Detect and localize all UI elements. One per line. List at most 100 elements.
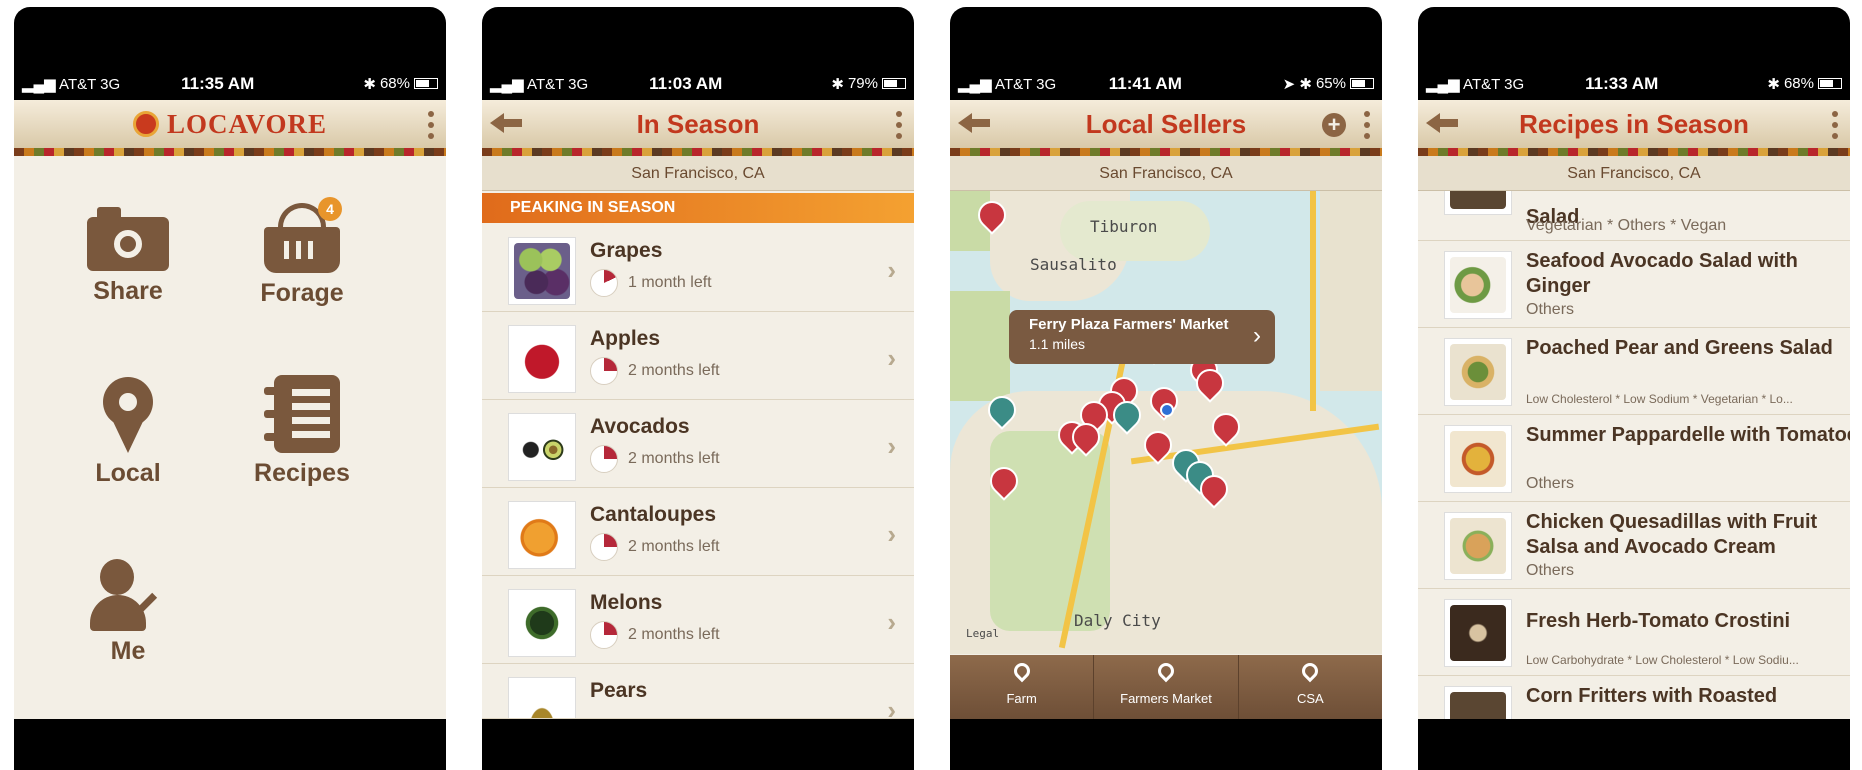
recipe-tags: Others bbox=[1526, 475, 1575, 492]
location-label[interactable]: San Francisco, CA bbox=[1418, 156, 1850, 191]
seller-pin-icon[interactable] bbox=[1072, 423, 1096, 457]
seller-pin-icon[interactable] bbox=[990, 467, 1014, 501]
chevron-right-icon: › bbox=[887, 519, 896, 549]
list-item[interactable]: Apples 2 months left › bbox=[482, 313, 914, 400]
tab-farmers-market[interactable]: Farmers Market bbox=[1094, 655, 1239, 719]
map-label[interactable]: Legal bbox=[966, 627, 999, 640]
seller-pin-icon[interactable] bbox=[978, 201, 1002, 235]
pears-thumbnail bbox=[508, 677, 576, 718]
chevron-right-icon: › bbox=[887, 343, 896, 373]
clock: 11:35 AM bbox=[181, 73, 255, 93]
battery-indicator: ➤ ✱ 65% bbox=[1283, 75, 1374, 93]
camera-icon bbox=[87, 207, 169, 271]
seller-pin-icon[interactable] bbox=[1144, 431, 1168, 465]
decorative-stripe bbox=[482, 148, 914, 156]
bottom-bezel bbox=[1418, 719, 1850, 770]
pin-icon bbox=[1154, 659, 1178, 683]
nav-bar: Local Sellers bbox=[950, 100, 1382, 148]
chevron-right-icon: › bbox=[887, 607, 896, 637]
pin-icon bbox=[1298, 659, 1322, 683]
list-item[interactable]: Cantaloupes 2 months left › bbox=[482, 489, 914, 576]
item-remaining: 2 months left bbox=[590, 621, 720, 649]
status-bar: ▂▄▆ AT&T 3G 11:35 AM ✱ 68% bbox=[14, 67, 446, 100]
csa-pin-icon[interactable] bbox=[1113, 401, 1137, 435]
me-tile[interactable]: Me bbox=[48, 559, 208, 666]
recipe-tags: Low Cholesterol * Low Sodium * Vegetaria… bbox=[1526, 392, 1793, 406]
map-label: Daly City bbox=[1074, 611, 1161, 630]
map-pin-icon bbox=[103, 377, 153, 453]
item-remaining: 2 months left bbox=[590, 533, 720, 561]
list-item[interactable]: Melons 2 months left › bbox=[482, 577, 914, 664]
nav-bar: LOCAVORE bbox=[14, 100, 446, 148]
list-item[interactable]: Chicken Quesadillas with Fruit Salsa and… bbox=[1418, 502, 1850, 589]
recipes-tile[interactable]: Recipes bbox=[222, 375, 382, 488]
seller-map[interactable]: Tiburon Sausalito Daly City Legal bbox=[950, 191, 1382, 654]
back-arrow-icon[interactable] bbox=[1426, 111, 1458, 135]
season-pie-icon bbox=[590, 269, 618, 297]
season-pie-icon bbox=[590, 533, 618, 561]
cantaloupes-thumbnail bbox=[508, 501, 576, 569]
section-header: PEAKING IN SEASON bbox=[482, 193, 914, 223]
share-tile[interactable]: Share bbox=[48, 207, 208, 306]
recipe-tags: Others bbox=[1526, 301, 1575, 318]
nav-bar: In Season bbox=[482, 100, 914, 148]
list-item[interactable]: Poached Pear and Greens Salad Low Choles… bbox=[1418, 328, 1850, 415]
phone-recipes: ▂▄▆ AT&T 3G 11:33 AM ✱ 68% Salad Vegetar… bbox=[1418, 7, 1850, 770]
status-bar: ▂▄▆ AT&T 3G 11:03 AM ✱ 79% bbox=[482, 67, 914, 100]
more-menu-icon[interactable] bbox=[1832, 111, 1838, 139]
list-item[interactable]: Pears › bbox=[482, 665, 914, 719]
back-arrow-icon[interactable] bbox=[490, 111, 522, 135]
item-remaining: 2 months left bbox=[590, 445, 720, 473]
recipes-label: Recipes bbox=[254, 459, 350, 487]
user-check-icon bbox=[90, 559, 166, 631]
local-label: Local bbox=[95, 459, 161, 487]
list-item[interactable]: Seafood Avocado Salad with Ginger Others bbox=[1418, 241, 1850, 328]
page-title: Local Sellers bbox=[1085, 108, 1247, 139]
recipe-name: Seafood Avocado Salad with Ginger bbox=[1526, 250, 1798, 297]
season-pie-icon bbox=[590, 621, 618, 649]
basket-icon: 4 bbox=[264, 197, 342, 273]
list-item[interactable]: Fresh Herb-Tomato Crostini Low Carbohydr… bbox=[1418, 589, 1850, 676]
melons-thumbnail bbox=[508, 589, 576, 657]
recipe-name: Fresh Herb-Tomato Crostini bbox=[1526, 610, 1791, 632]
csa-pin-icon[interactable] bbox=[988, 396, 1012, 430]
status-bar: ▂▄▆ AT&T 3G 11:33 AM ✱ 68% bbox=[1418, 67, 1850, 100]
clock: 11:03 AM bbox=[649, 73, 723, 93]
location-label[interactable]: San Francisco, CA bbox=[950, 156, 1382, 191]
more-menu-icon[interactable] bbox=[428, 111, 434, 139]
carrier-label: ▂▄▆ AT&T 3G bbox=[22, 75, 121, 93]
more-menu-icon[interactable] bbox=[896, 111, 902, 139]
bottom-bezel bbox=[482, 719, 914, 770]
tab-csa[interactable]: CSA bbox=[1239, 655, 1382, 719]
list-item[interactable]: Summer Pappardelle with Tomatoes, Arugul… bbox=[1418, 415, 1850, 502]
list-item[interactable]: Grapes 1 month left › bbox=[482, 225, 914, 312]
seller-pin-icon[interactable] bbox=[1212, 413, 1236, 447]
local-tile[interactable]: Local bbox=[48, 377, 208, 488]
decorative-stripe bbox=[1418, 148, 1850, 156]
list-item[interactable]: Avocados 2 months left › bbox=[482, 401, 914, 488]
recipe-name: Corn Fritters with Roasted bbox=[1526, 685, 1778, 707]
battery-indicator: ✱ 79% bbox=[831, 75, 906, 93]
page-title: Recipes in Season bbox=[1519, 108, 1749, 139]
tab-farm[interactable]: Farm bbox=[950, 655, 1095, 719]
more-menu-icon[interactable] bbox=[1364, 111, 1370, 139]
add-seller-icon[interactable]: + bbox=[1322, 113, 1346, 137]
recipe-tags: Low Carbohydrate * Low Cholesterol * Low… bbox=[1526, 653, 1799, 667]
map-label: Sausalito bbox=[1030, 255, 1117, 274]
chevron-right-icon: › bbox=[887, 695, 896, 719]
season-pie-icon bbox=[590, 445, 618, 473]
seller-callout[interactable]: Ferry Plaza Farmers' Market 1.1 miles › bbox=[1009, 310, 1275, 364]
seller-pin-icon[interactable] bbox=[1196, 369, 1220, 403]
location-label[interactable]: San Francisco, CA bbox=[482, 156, 914, 191]
bottom-bezel bbox=[950, 719, 1382, 770]
item-name: Grapes bbox=[590, 239, 663, 262]
apples-thumbnail bbox=[508, 325, 576, 393]
list-item[interactable]: Corn Fritters with Roasted bbox=[1418, 676, 1850, 719]
callout-title: Ferry Plaza Farmers' Market bbox=[1029, 316, 1229, 333]
back-arrow-icon[interactable] bbox=[958, 111, 990, 135]
recipe-thumbnail bbox=[1444, 686, 1512, 719]
forage-tile[interactable]: 4 Forage bbox=[222, 197, 382, 308]
seller-pin-icon[interactable] bbox=[1200, 475, 1224, 509]
item-remaining: 2 months left bbox=[590, 357, 720, 385]
chevron-right-icon: › bbox=[887, 431, 896, 461]
